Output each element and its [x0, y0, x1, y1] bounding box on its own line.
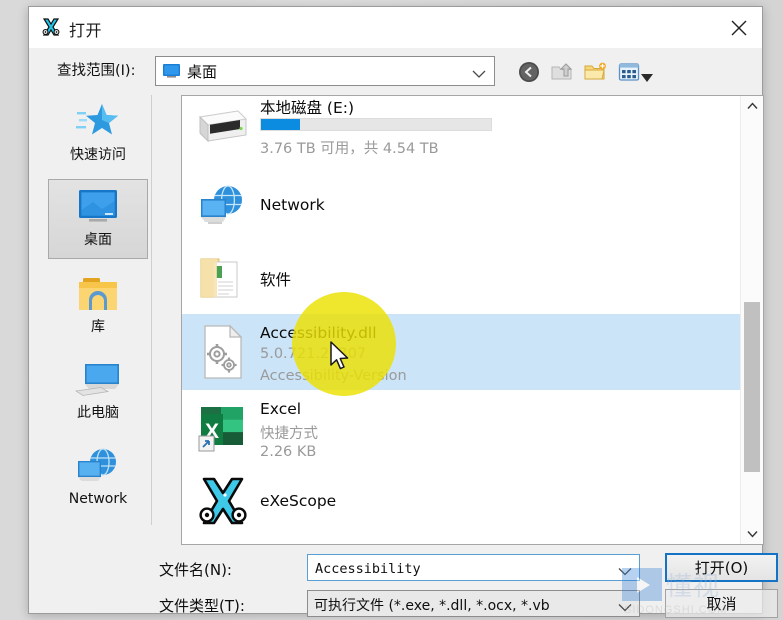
file-name: Excel	[260, 400, 302, 418]
file-name: Accessibility.dll	[260, 324, 377, 342]
chevron-down-icon	[746, 531, 758, 538]
look-in-label: 查找范围(I):	[57, 63, 136, 79]
sidebar-item-network[interactable]: Network	[48, 439, 148, 519]
sidebar-item-label: 桌面	[84, 232, 112, 248]
file-name: 软件	[260, 271, 292, 289]
chevron-down-icon	[472, 66, 486, 84]
file-type-label: 文件类型(T):	[159, 597, 245, 615]
views-button[interactable]	[617, 60, 641, 84]
places-sidebar: 快速访问 桌面 库 此电脑 Network	[47, 95, 152, 525]
row-text: Excel 快捷方式 2.26 KB	[260, 390, 737, 466]
new-folder-icon	[584, 62, 606, 80]
sidebar-item-quick-access[interactable]: 快速访问	[48, 95, 148, 175]
table-row[interactable]: Network	[182, 170, 741, 242]
scrollbar-thumb[interactable]	[744, 302, 760, 472]
look-in-combobox[interactable]: 桌面	[155, 56, 495, 86]
chevron-up-icon	[746, 102, 758, 109]
chevron-down-icon[interactable]	[618, 563, 632, 581]
row-text: Accessibility.dll 5.0.721.26307 Accessib…	[260, 314, 737, 390]
drive-usage-text: 3.76 TB 可用，共 4.54 TB	[260, 141, 439, 157]
screenshot-root: 打开 查找范围(I): 桌面 快速访问 桌面 库 此电脑 Network 本地磁…	[0, 0, 783, 620]
close-icon	[731, 20, 747, 35]
file-list-viewport: 本地磁盘 (E:) 3.76 TB 可用，共 4.54 TB Network 软…	[182, 96, 741, 544]
file-size: 2.26 KB	[260, 444, 317, 460]
file-description: Accessibility-Version	[260, 368, 407, 384]
back-button[interactable]	[517, 60, 541, 84]
sidebar-item-label: 快速访问	[70, 147, 126, 163]
hard-drive-icon	[196, 98, 250, 152]
scroll-up-button[interactable]	[741, 96, 763, 116]
exescope-icon	[41, 17, 61, 37]
dll-gear-file-icon	[196, 324, 250, 379]
file-name: eXeScope	[260, 492, 337, 510]
up-one-level-icon	[551, 63, 573, 80]
file-list[interactable]: 本地磁盘 (E:) 3.76 TB 可用，共 4.54 TB Network 软…	[181, 95, 764, 545]
chevron-down-icon	[641, 74, 653, 82]
table-row[interactable]: 本地磁盘 (E:) 3.76 TB 可用，共 4.54 TB	[182, 96, 741, 168]
network-icon	[196, 179, 250, 233]
file-name-input[interactable]	[313, 558, 612, 580]
star-icon	[48, 99, 148, 147]
row-text: 本地磁盘 (E:) 3.76 TB 可用，共 4.54 TB	[260, 96, 737, 168]
window-title: 打开	[69, 21, 103, 40]
vertical-scrollbar[interactable]	[740, 96, 763, 544]
file-name-label: 文件名(N):	[159, 561, 232, 579]
back-icon	[519, 62, 539, 82]
excel-shortcut-icon: X	[196, 401, 250, 455]
sidebar-item-libraries[interactable]: 库	[48, 267, 148, 347]
close-button[interactable]	[716, 7, 762, 48]
open-button[interactable]: 打开(O)	[665, 553, 778, 582]
desktop-monitor-icon	[163, 64, 180, 78]
row-text: Network	[260, 170, 737, 242]
new-folder-button[interactable]	[583, 60, 607, 84]
chevron-down-icon[interactable]	[618, 599, 632, 617]
file-name-combobox[interactable]	[307, 554, 640, 581]
title-bar: 打开	[29, 7, 762, 49]
this-pc-icon	[48, 357, 148, 405]
file-version: 5.0.721.26307	[260, 346, 367, 362]
file-type-combobox[interactable]: 可执行文件 (*.exe, *.dll, *.ocx, *.vb	[307, 590, 640, 617]
views-dropdown-arrow[interactable]	[641, 69, 653, 87]
file-name: 本地磁盘 (E:)	[260, 99, 355, 117]
file-subtype: 快捷方式	[260, 426, 318, 442]
table-row[interactable]: 软件	[182, 242, 741, 314]
table-row-selected[interactable]: Accessibility.dll 5.0.721.26307 Accessib…	[182, 314, 741, 390]
sidebar-item-this-pc[interactable]: 此电脑	[48, 353, 148, 433]
library-folder-icon	[48, 271, 148, 319]
file-type-value: 可执行文件 (*.exe, *.dll, *.ocx, *.vb	[314, 598, 550, 614]
sidebar-item-label: 库	[91, 319, 105, 335]
row-text: eXeScope	[260, 466, 737, 538]
sidebar-item-label: 此电脑	[77, 405, 119, 421]
look-in-value: 桌面	[187, 63, 218, 81]
table-row[interactable]: X Excel 快捷方式 2.26 KB	[182, 390, 741, 466]
file-name: Network	[260, 196, 325, 214]
drive-usage-bar	[260, 118, 492, 131]
sidebar-item-desktop[interactable]: 桌面	[48, 179, 148, 259]
scroll-down-button[interactable]	[741, 524, 763, 544]
up-one-level-button[interactable]	[550, 60, 574, 84]
sidebar-item-label: Network	[68, 491, 128, 507]
open-file-dialog: 打开 查找范围(I): 桌面 快速访问 桌面 库 此电脑 Network 本地磁…	[28, 6, 778, 618]
desktop-monitor-icon	[49, 184, 147, 232]
cancel-button[interactable]: 取消	[665, 589, 778, 618]
row-text: 软件	[260, 242, 737, 314]
table-row[interactable]: eXeScope	[182, 466, 741, 538]
views-icon	[618, 63, 640, 81]
network-icon	[48, 443, 148, 491]
exescope-icon	[196, 475, 250, 529]
documents-folder-icon	[196, 251, 250, 305]
